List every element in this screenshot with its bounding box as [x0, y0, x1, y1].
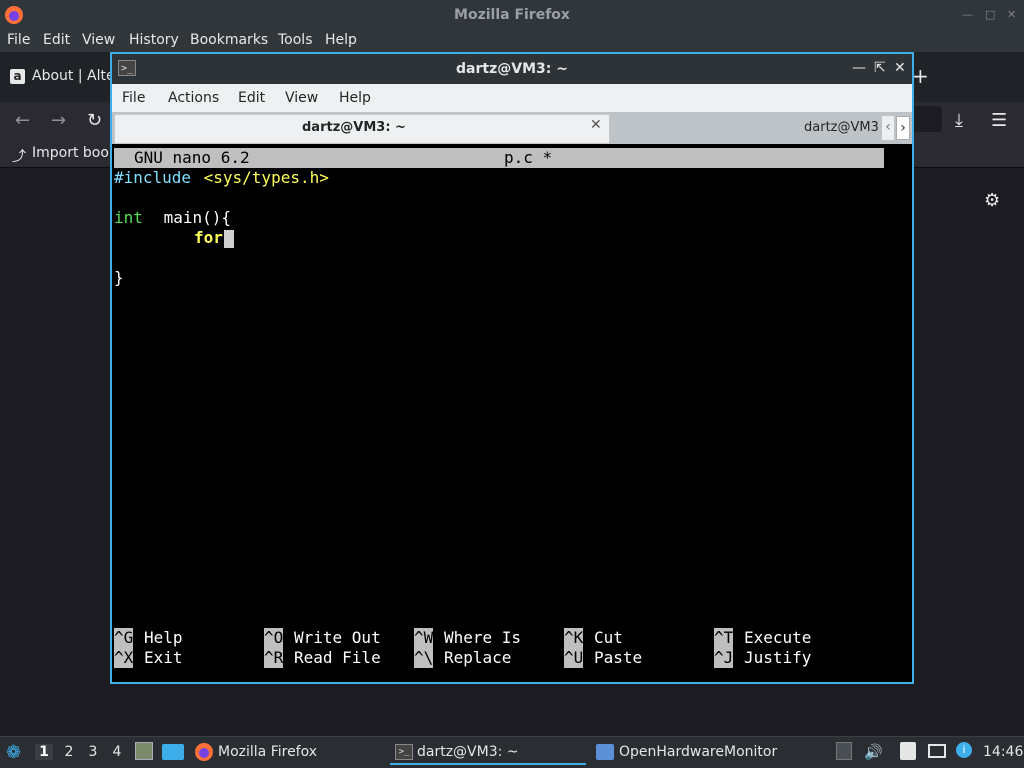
- notifications-icon[interactable]: i: [956, 742, 972, 758]
- terminal-close-icon[interactable]: ✕: [894, 60, 906, 76]
- downloads-icon[interactable]: ⤓: [955, 110, 963, 131]
- menu-view[interactable]: View: [82, 32, 115, 48]
- back-arrow-icon[interactable]: ←: [15, 110, 30, 131]
- application-launcher-icon[interactable]: ❁: [6, 742, 26, 763]
- shortcut-justify[interactable]: Justify: [744, 648, 811, 668]
- clock[interactable]: 14:46: [983, 744, 1023, 760]
- folder-icon: [596, 744, 614, 760]
- terminal-tab-2[interactable]: dartz@VM3: [804, 120, 879, 135]
- shortcut-key: ^W: [414, 628, 434, 648]
- terminal-menu-file[interactable]: File: [122, 90, 145, 106]
- file-manager-icon[interactable]: [135, 742, 153, 760]
- shortcut-read-file[interactable]: Read File: [294, 648, 381, 668]
- code-closing-brace: }: [114, 268, 124, 287]
- terminal-menu-edit[interactable]: Edit: [238, 90, 265, 106]
- firefox-taskbar-icon: [194, 742, 214, 762]
- import-bookmarks-link[interactable]: Import book: [32, 145, 117, 161]
- shortcut-key: ^O: [264, 628, 284, 648]
- menu-tools[interactable]: Tools: [278, 32, 313, 48]
- nano-filename: p.c *: [504, 148, 553, 167]
- text-cursor: [224, 230, 234, 248]
- tab-scroll-right-icon[interactable]: ›: [896, 116, 910, 140]
- shortcut-key: ^J: [714, 648, 734, 668]
- code-include-header: <sys/types.h>: [194, 168, 329, 187]
- menu-bookmarks[interactable]: Bookmarks: [190, 32, 268, 48]
- notes-icon[interactable]: [900, 742, 916, 760]
- reload-icon[interactable]: ↻: [87, 110, 102, 131]
- terminal-window-title: dartz@VM3: ~: [456, 61, 568, 77]
- menu-edit[interactable]: Edit: [43, 32, 70, 48]
- show-desktop-icon[interactable]: [162, 744, 184, 760]
- shortcut-help[interactable]: Help: [144, 628, 183, 648]
- import-icon: ⤴: [12, 149, 26, 165]
- code-for-keyword: for: [194, 228, 223, 247]
- terminal-maximize-icon[interactable]: ⇱: [874, 60, 886, 76]
- desktop-3-button[interactable]: 3: [84, 744, 102, 760]
- terminal-menubar: [112, 84, 912, 112]
- volume-icon[interactable]: 🔊: [864, 743, 883, 761]
- terminal-window[interactable]: >_ dartz@VM3: ~ — ⇱ ✕ File Actions Edit …: [110, 52, 914, 684]
- maximize-icon[interactable]: □: [985, 8, 995, 21]
- new-tab-button[interactable]: +: [912, 64, 929, 88]
- tab-scroll-left-icon[interactable]: ‹: [882, 116, 894, 140]
- desktop-4-button[interactable]: 4: [108, 744, 126, 760]
- shortcut-key: ^X: [114, 648, 134, 668]
- shortcut-key: ^\: [414, 648, 434, 668]
- taskbar-terminal[interactable]: dartz@VM3: ~: [417, 744, 519, 760]
- terminal-taskbar-icon: >_: [395, 744, 413, 760]
- gear-icon[interactable]: ⚙: [984, 190, 1000, 211]
- shortcut-replace[interactable]: Replace: [444, 648, 511, 668]
- menu-help[interactable]: Help: [325, 32, 357, 48]
- shortcut-key: ^T: [714, 628, 734, 648]
- terminal-tab-label: dartz@VM3: ~: [302, 120, 406, 135]
- shortcut-write-out[interactable]: Write Out: [294, 628, 381, 648]
- shortcut-execute[interactable]: Execute: [744, 628, 811, 648]
- terminal-menu-actions[interactable]: Actions: [168, 90, 219, 106]
- shortcut-exit[interactable]: Exit: [144, 648, 183, 668]
- code-main-signature: main(){: [154, 208, 232, 227]
- code-include-directive: #include: [114, 168, 192, 187]
- clipboard-icon[interactable]: [836, 742, 852, 760]
- terminal-menu-help[interactable]: Help: [339, 90, 371, 106]
- shortcut-key: ^K: [564, 628, 584, 648]
- nano-version: GNU nano 6.2: [134, 148, 250, 167]
- tab-favicon-icon: a: [10, 69, 25, 84]
- desktop-1-button[interactable]: 1: [35, 744, 53, 760]
- url-bar-edge[interactable]: [912, 106, 942, 132]
- code-type-keyword: int: [114, 208, 143, 227]
- close-icon[interactable]: ✕: [1007, 8, 1016, 21]
- shortcut-key: ^R: [264, 648, 284, 668]
- menu-file[interactable]: File: [7, 32, 30, 48]
- terminal-menu-view[interactable]: View: [285, 90, 318, 106]
- hamburger-menu-icon[interactable]: ☰: [991, 110, 1007, 131]
- shortcut-key: ^U: [564, 648, 584, 668]
- taskbar-firefox[interactable]: Mozilla Firefox: [218, 744, 317, 760]
- forward-arrow-icon[interactable]: →: [51, 110, 66, 131]
- shortcut-paste[interactable]: Paste: [594, 648, 642, 668]
- active-task-indicator: [390, 763, 586, 765]
- shortcut-key: ^G: [114, 628, 134, 648]
- tab-close-icon[interactable]: ✕: [590, 117, 602, 133]
- firefox-tab[interactable]: About | Alte: [32, 68, 115, 84]
- minimize-icon[interactable]: —: [962, 8, 973, 21]
- menu-history[interactable]: History: [129, 32, 179, 48]
- taskbar-openhardwaremonitor[interactable]: OpenHardwareMonitor: [619, 744, 777, 760]
- desktop-2-button[interactable]: 2: [60, 744, 78, 760]
- shortcut-where-is[interactable]: Where Is: [444, 628, 521, 648]
- firefox-window-title: Mozilla Firefox: [454, 7, 570, 23]
- shortcut-cut[interactable]: Cut: [594, 628, 623, 648]
- terminal-minimize-icon[interactable]: —: [852, 60, 866, 76]
- network-icon[interactable]: [928, 744, 946, 758]
